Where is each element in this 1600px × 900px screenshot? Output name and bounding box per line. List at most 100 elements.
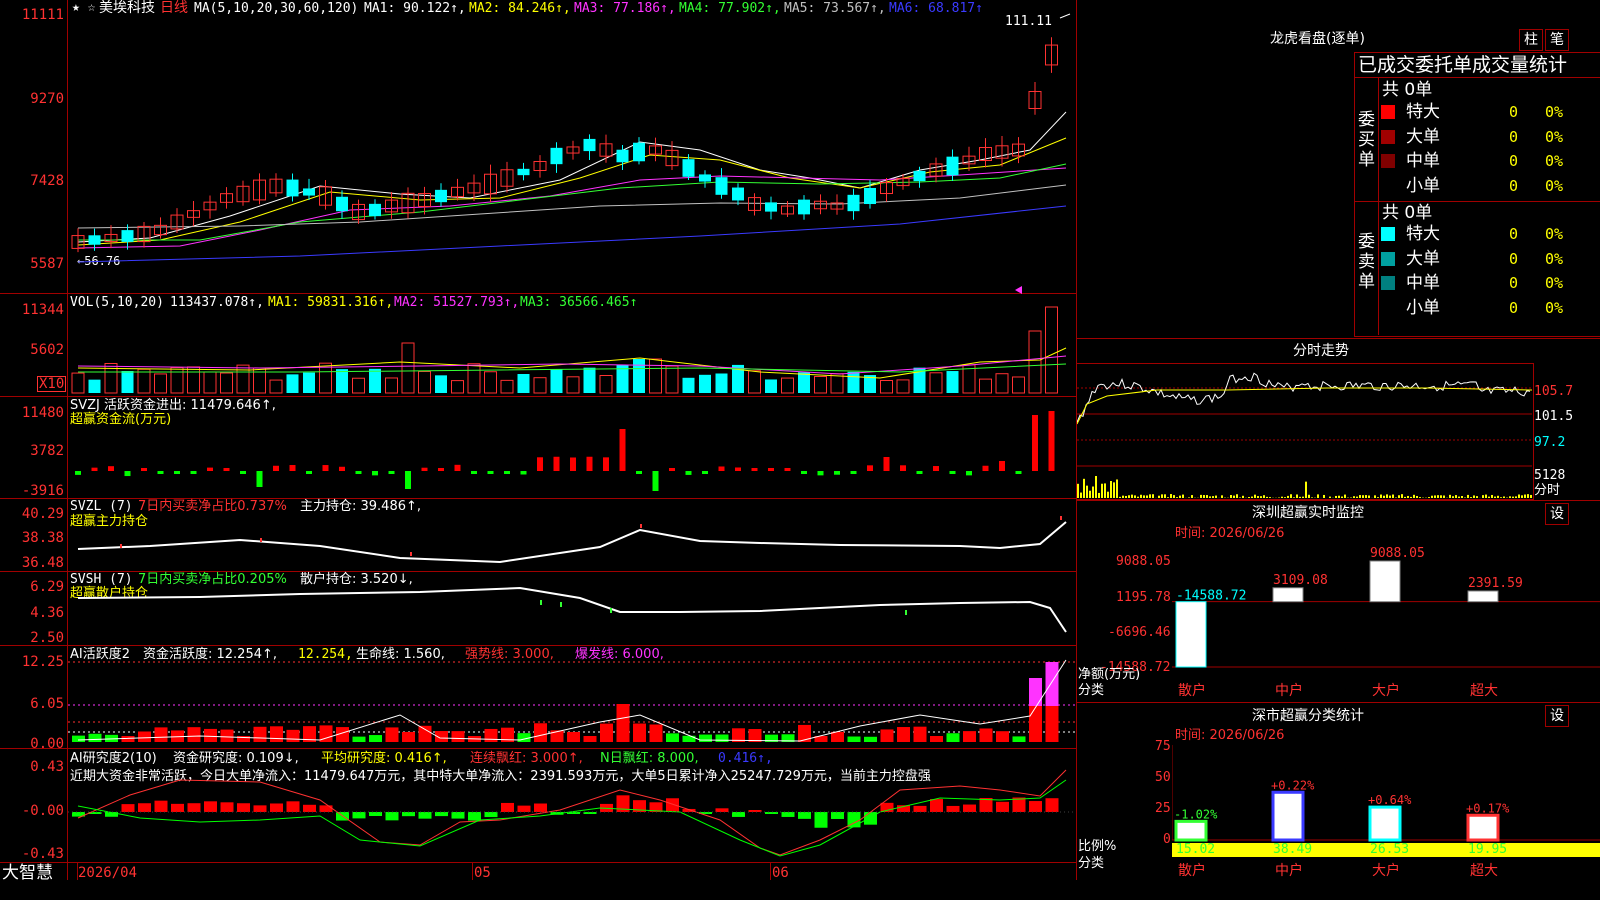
sell-row-count: 0 <box>1509 274 1519 292</box>
ma6-line <box>77 205 1067 263</box>
volume-bar <box>187 366 200 394</box>
ratio-change-label: -1.02% <box>1174 807 1218 821</box>
fund-flow-bar <box>553 456 560 471</box>
volume-bar <box>1045 306 1058 394</box>
fund-flow-bar <box>1032 415 1038 471</box>
fenshi-volume-bar <box>1284 497 1286 498</box>
sz-monitor-title: 深圳超赢实时监控 <box>1252 505 1364 521</box>
research-bar <box>996 801 1009 812</box>
volume-bar <box>550 369 563 393</box>
research-bar <box>864 812 877 825</box>
buy-swatch <box>1381 105 1395 119</box>
fenshi-volume-bar <box>1470 497 1472 498</box>
sz-monitor-bar-chart: -14588.72 散户 3109.08 中户 9088.05 大户 2391.59 超大 <box>1172 546 1600 699</box>
fund-flow-bar <box>1048 411 1055 471</box>
fenshi-volume-bar <box>1182 494 1184 498</box>
fund-flow-bar <box>421 467 428 471</box>
bar-mode-button[interactable]: 柱 <box>1519 29 1543 51</box>
fund-flow-bar <box>405 471 411 489</box>
kline-chart-canvas[interactable] <box>0 0 1076 880</box>
sz-class-settings-button[interactable]: 设 <box>1545 705 1569 727</box>
fenshi-volume-bar <box>1338 495 1340 498</box>
sz-monitor-axis: 9088.05 <box>1116 554 1171 569</box>
sell-row-label: 中单 <box>1406 273 1440 293</box>
activity-bar <box>352 736 366 742</box>
fenshi-volume-bar <box>1098 492 1100 498</box>
sell-swatch <box>1381 300 1395 315</box>
ratio-bar <box>1174 819 1208 842</box>
research-bar <box>187 803 201 812</box>
volume-bar <box>633 359 645 393</box>
activity-bar <box>451 731 465 742</box>
activity-bar <box>649 724 663 742</box>
fenshi-volume-bar <box>1500 497 1502 498</box>
longhu-header: 已成交委托单成交量统计 <box>1358 54 1568 76</box>
sz-class-axis: 50 <box>1155 770 1171 785</box>
volume-bar <box>995 373 1009 394</box>
sell-row-pct: 0% <box>1545 225 1564 243</box>
fenshi-line-chart <box>1077 372 1532 498</box>
volume-bar <box>979 378 992 394</box>
volume-bar <box>401 342 415 394</box>
candle-down <box>336 196 348 212</box>
fund-flow-bar <box>289 465 296 471</box>
research-bar <box>352 812 366 819</box>
candle-down <box>616 149 629 163</box>
fund-flow-bar <box>306 471 312 474</box>
activity-bar <box>220 729 234 742</box>
fenshi-volume-bar <box>1266 496 1268 498</box>
tick-mode-button[interactable]: 笔 <box>1545 29 1569 51</box>
fenshi-volume-bar <box>1296 494 1298 498</box>
ratio-value-label: 26.53 <box>1370 842 1409 857</box>
sell-row-count: 0 <box>1509 249 1519 268</box>
net-bar <box>1175 601 1207 668</box>
fenshi-volume-bar <box>1152 494 1154 498</box>
fenshi-volume-bar <box>1368 495 1370 498</box>
fenshi-volume-bar <box>1146 495 1148 498</box>
research-bar <box>468 812 481 821</box>
fund-flow-bar <box>867 465 873 471</box>
volume-bar <box>1028 330 1042 394</box>
sell-swatch <box>1381 227 1395 241</box>
research-bar <box>402 812 415 817</box>
fenshi-volume-bar <box>1518 494 1520 498</box>
ratio-change-label: +0.64% <box>1368 793 1412 807</box>
research-bar <box>204 801 217 812</box>
retail-tick <box>560 602 562 607</box>
volume-bar <box>203 371 217 394</box>
research-bar <box>930 799 943 812</box>
volume-bar <box>121 371 134 393</box>
volume-bar <box>467 363 481 394</box>
fenshi-volume-bar <box>1455 495 1457 498</box>
volume-bar <box>715 373 728 393</box>
fenshi-volume-bar <box>1104 483 1106 498</box>
research-bar <box>583 812 597 814</box>
research-bar <box>831 812 844 819</box>
activity-bar <box>847 736 861 742</box>
avg-price-line <box>1077 387 1532 425</box>
longhu-divider <box>1378 77 1379 335</box>
fenshi-volume-bar <box>1125 495 1127 498</box>
fenshi-volume-bar <box>1206 495 1208 498</box>
sz-monitor-axis: 1195.78 <box>1116 590 1171 605</box>
activity-bar <box>418 725 432 742</box>
activity-bar <box>897 727 910 742</box>
candle-down <box>699 174 711 182</box>
fenshi-volume-bar <box>1488 496 1490 498</box>
fenshi-volume-bar <box>1242 495 1244 498</box>
fund-flow-bar <box>504 471 510 474</box>
ratio-bar <box>1466 813 1500 842</box>
fenshi-volume-bar <box>1380 494 1382 498</box>
holding-tick <box>1060 516 1062 520</box>
fund-flow-bar <box>702 471 708 474</box>
fenshi-volume-bar <box>1419 497 1421 498</box>
fenshi-unit: 分时 <box>1534 483 1561 498</box>
fenshi-volume-bar <box>1494 496 1496 498</box>
sell-row-label: 大单 <box>1406 248 1440 269</box>
fund-flow-bar <box>784 468 791 471</box>
research-bar <box>781 812 795 817</box>
sz-monitor-settings-button[interactable]: 设 <box>1545 503 1569 525</box>
activity-bar <box>1012 736 1026 742</box>
volume-bar <box>435 375 447 393</box>
fenshi-volume-bar <box>1317 494 1319 498</box>
